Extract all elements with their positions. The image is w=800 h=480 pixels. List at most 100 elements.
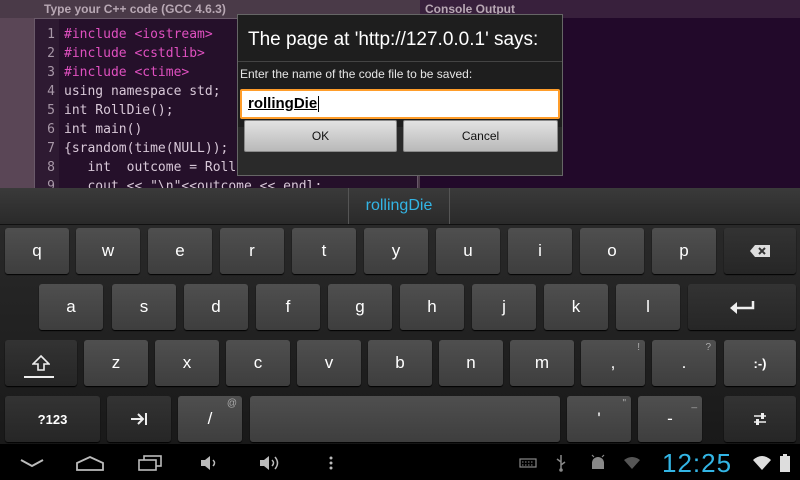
key-v[interactable]: v	[297, 340, 361, 386]
dialog-divider	[238, 61, 562, 62]
code-text: int RollDie();	[64, 103, 174, 118]
dialog-title: The page at 'http://127.0.0.1' says:	[248, 29, 539, 50]
tab-icon	[131, 413, 147, 425]
key-x[interactable]: x	[155, 340, 219, 386]
key-b[interactable]: b	[368, 340, 432, 386]
line-number: 3	[47, 65, 55, 80]
apostrophe-key-hint: "	[622, 398, 626, 409]
key-s[interactable]: s	[112, 284, 176, 330]
cancel-button[interactable]: Cancel	[403, 120, 558, 152]
slash-key-hint: @	[226, 398, 237, 409]
line-number: 1	[47, 27, 55, 42]
dash-key-label: -	[667, 409, 673, 428]
key-g[interactable]: g	[328, 284, 392, 330]
code-text: #include <ctime>	[64, 65, 190, 80]
filename-input-value: rollingDie	[248, 95, 318, 112]
key-h[interactable]: h	[400, 284, 464, 330]
overflow-menu-icon	[329, 456, 333, 470]
key-f[interactable]: f	[256, 284, 320, 330]
apostrophe-key[interactable]: ' "	[567, 396, 631, 442]
key-j[interactable]: j	[472, 284, 536, 330]
shift-key[interactable]	[5, 340, 77, 386]
line-number: 5	[47, 103, 55, 118]
recent-apps-icon	[138, 455, 162, 471]
suggestion-word[interactable]: rollingDie	[348, 188, 450, 224]
shift-icon	[32, 354, 50, 371]
comma-key-hint: !	[637, 342, 640, 353]
slash-key[interactable]: / @	[178, 396, 242, 442]
apostrophe-key-label: '	[597, 409, 601, 428]
period-key-hint: ?	[705, 342, 711, 353]
volume-down-icon	[201, 456, 216, 470]
key-k[interactable]: k	[544, 284, 608, 330]
settings-key[interactable]	[724, 396, 796, 442]
code-text: int outcome = Roll	[64, 160, 237, 175]
key-d[interactable]: d	[184, 284, 248, 330]
key-e[interactable]: e	[148, 228, 212, 274]
battery-icon	[778, 446, 792, 480]
key-u[interactable]: u	[436, 228, 500, 274]
line-number: 7	[47, 141, 55, 156]
backspace-key[interactable]	[724, 228, 796, 274]
tab-key[interactable]	[107, 396, 171, 442]
line-number: 6	[47, 122, 55, 137]
code-text: #include <cstdlib>	[64, 46, 205, 61]
slash-key-label: /	[207, 409, 213, 428]
volume-up-icon	[260, 456, 279, 470]
enter-icon	[730, 301, 755, 314]
recent-apps-button[interactable]	[136, 446, 164, 480]
key-o[interactable]: o	[580, 228, 644, 274]
line-number: 8	[47, 160, 55, 175]
volume-up-button[interactable]	[257, 446, 283, 480]
key-i[interactable]: i	[508, 228, 572, 274]
code-text: using namespace std;	[64, 84, 221, 99]
text-cursor	[318, 96, 320, 113]
comma-key-label: ,	[610, 353, 616, 372]
smiley-key[interactable]: :-)	[724, 340, 796, 386]
key-z[interactable]: z	[84, 340, 148, 386]
line-number: 4	[47, 84, 55, 99]
backspace-icon	[750, 245, 770, 257]
usb-icon	[552, 446, 570, 480]
comma-key[interactable]: , !	[581, 340, 645, 386]
code-text: #include <iostream>	[64, 27, 213, 42]
back-button[interactable]	[18, 446, 46, 480]
dash-key[interactable]: - _	[638, 396, 702, 442]
symbols-key[interactable]: ?123	[5, 396, 100, 442]
sliders-icon	[754, 413, 766, 425]
editor-left-strip	[0, 18, 34, 190]
home-button[interactable]	[74, 446, 106, 480]
key-r[interactable]: r	[220, 228, 284, 274]
status-clock: 12:25	[662, 448, 733, 478]
keyboard-status-icon	[518, 446, 538, 480]
key-y[interactable]: y	[364, 228, 428, 274]
code-text: {srandom(time(NULL));	[64, 141, 229, 156]
menu-button[interactable]	[324, 446, 338, 480]
period-key[interactable]: . ?	[652, 340, 716, 386]
shift-indicator	[24, 376, 54, 378]
key-p[interactable]: p	[652, 228, 716, 274]
key-w[interactable]: w	[76, 228, 140, 274]
ok-button[interactable]: OK	[244, 120, 397, 152]
filename-input[interactable]: rollingDie	[240, 89, 560, 119]
home-icon	[76, 456, 104, 471]
key-l[interactable]: l	[616, 284, 680, 330]
editor-title: Type your C++ code (GCC 4.6.3)	[44, 2, 226, 16]
period-key-label: .	[681, 353, 687, 372]
code-text: int main()	[64, 122, 143, 137]
key-t[interactable]: t	[292, 228, 356, 274]
key-m[interactable]: m	[510, 340, 574, 386]
volume-down-button[interactable]	[198, 446, 220, 480]
space-key[interactable]	[250, 396, 560, 442]
key-q[interactable]: q	[5, 228, 69, 274]
key-a[interactable]: a	[39, 284, 103, 330]
dash-key-hint: _	[691, 398, 697, 409]
line-number: 2	[47, 46, 55, 61]
enter-key[interactable]	[688, 284, 796, 330]
wifi-inactive-icon	[622, 446, 642, 480]
back-chevron-icon	[20, 459, 44, 468]
key-c[interactable]: c	[226, 340, 290, 386]
android-debug-icon	[588, 446, 608, 480]
dialog-prompt-text: Enter the name of the code file to be sa…	[240, 67, 473, 81]
key-n[interactable]: n	[439, 340, 503, 386]
